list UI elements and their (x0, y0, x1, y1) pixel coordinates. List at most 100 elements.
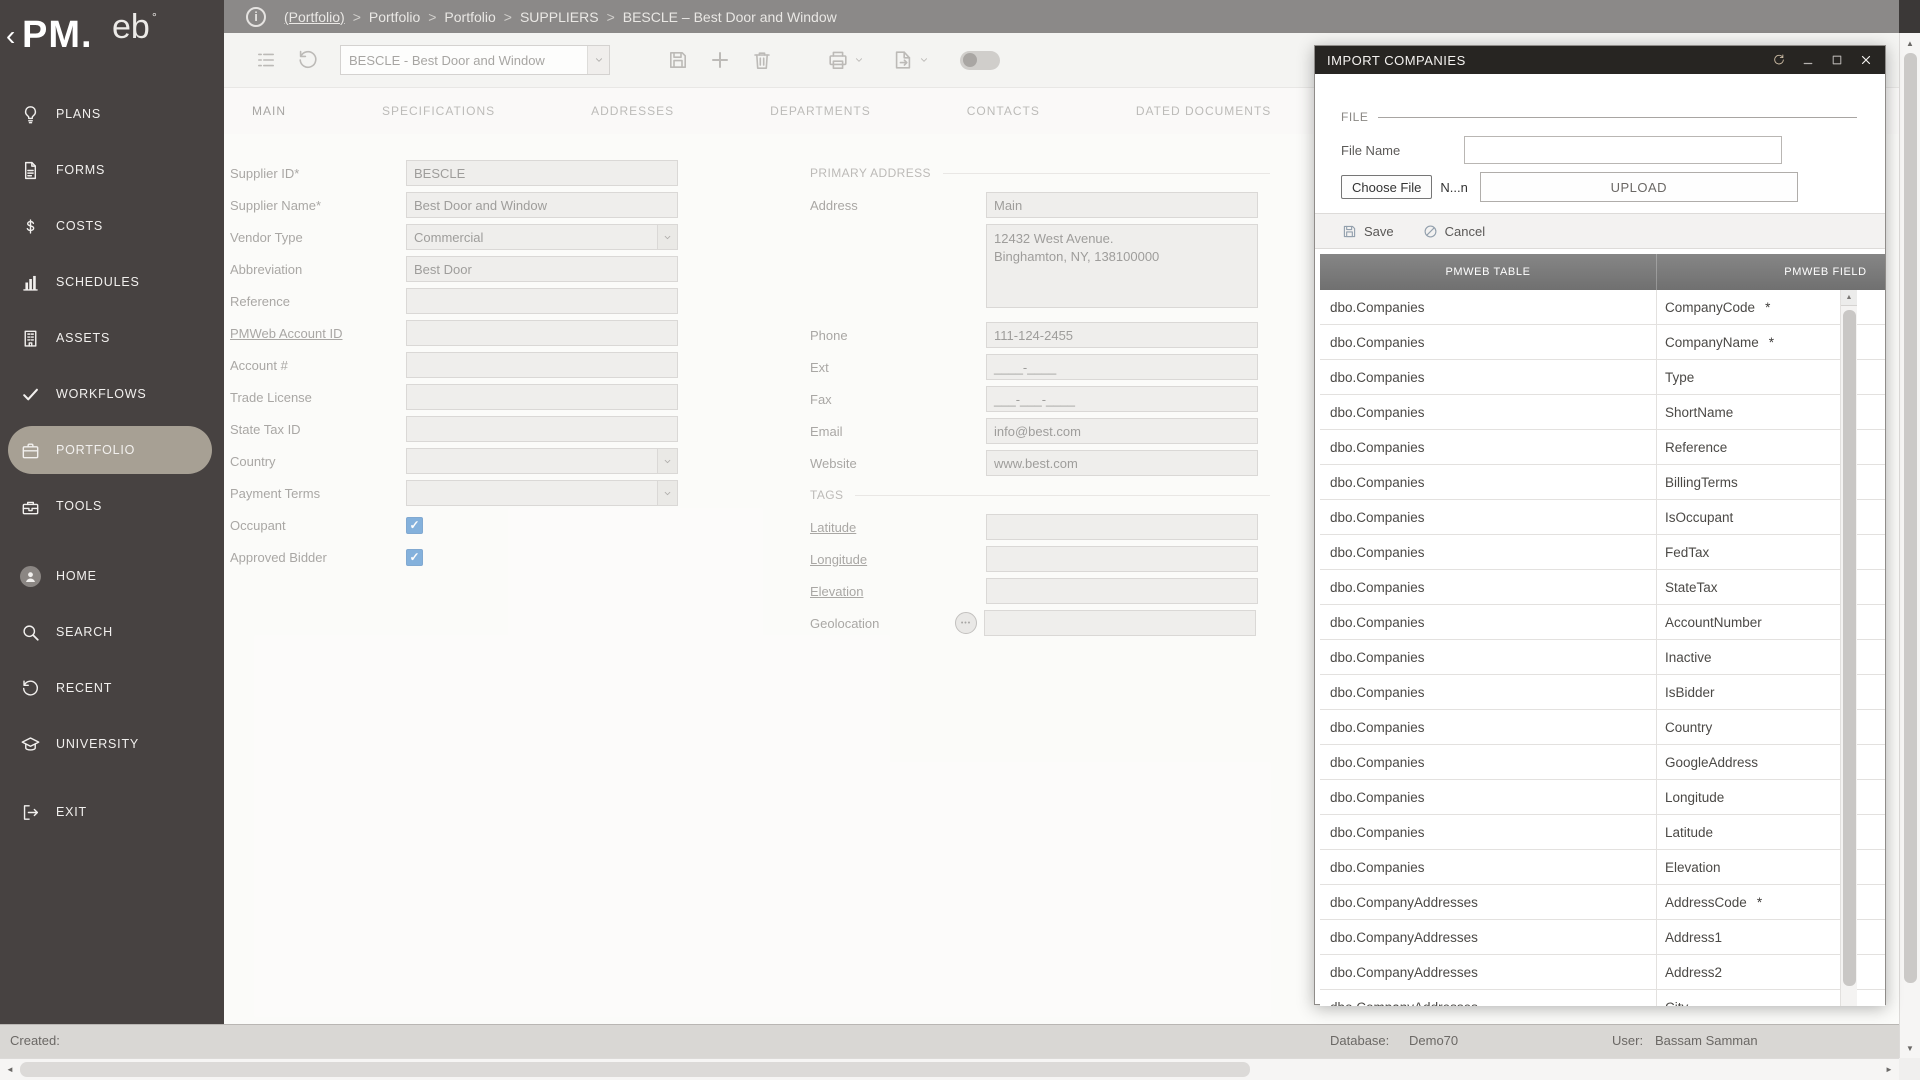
breadcrumb-item[interactable]: Portfolio (444, 9, 495, 25)
add-icon[interactable] (708, 48, 732, 72)
elevation-label[interactable]: Elevation (810, 584, 986, 599)
vertical-scrollbar-thumb[interactable] (1904, 53, 1917, 983)
breadcrumb-root-link[interactable]: (Portfolio) (284, 9, 345, 25)
record-selector[interactable]: BESCLE - Best Door and Window (340, 45, 610, 75)
table-row[interactable]: dbo.CompanyAddressesAddress1 (1320, 920, 1885, 955)
longitude-label[interactable]: Longitude (810, 552, 986, 567)
tab-specifications[interactable]: SPECIFICATIONS (382, 104, 495, 118)
fax-input[interactable]: ___-___-____ (986, 386, 1258, 412)
tab-main[interactable]: MAIN (252, 104, 286, 118)
table-row[interactable]: dbo.CompaniesShortName (1320, 395, 1885, 430)
sidebar-item-portfolio[interactable]: PORTFOLIO (8, 426, 212, 474)
sidebar-item-workflows[interactable]: WORKFLOWS (0, 366, 224, 422)
sidebar-item-schedules[interactable]: SCHEDULES (0, 254, 224, 310)
breadcrumb-item[interactable]: BESCLE – Best Door and Window (623, 9, 837, 25)
abbreviation-input[interactable]: Best Door (406, 256, 678, 282)
minimize-icon[interactable] (1801, 53, 1815, 67)
close-icon[interactable] (1859, 53, 1873, 67)
pmweb-account-id-label[interactable]: PMWeb Account ID (230, 326, 406, 341)
toggle-switch[interactable] (960, 51, 1000, 70)
sidebar-item-exit[interactable]: EXIT (0, 784, 224, 840)
table-row[interactable]: dbo.CompaniesCompanyName* (1320, 325, 1885, 360)
sidebar-item-search[interactable]: SEARCH (0, 604, 224, 660)
table-row[interactable]: dbo.CompaniesAccountNumber (1320, 605, 1885, 640)
phone-input[interactable]: 111-124-2455 (986, 322, 1258, 348)
table-row[interactable]: dbo.CompaniesFedTax (1320, 535, 1885, 570)
scroll-up-arrow-icon[interactable]: ▲ (1900, 35, 1920, 51)
address-input[interactable]: Main (986, 192, 1258, 218)
info-icon[interactable]: i (246, 7, 266, 27)
upload-button[interactable]: UPLOAD (1480, 172, 1798, 202)
maximize-icon[interactable] (1830, 53, 1844, 67)
table-row[interactable]: dbo.CompaniesIsBidder (1320, 675, 1885, 710)
sidebar-item-costs[interactable]: COSTS (0, 198, 224, 254)
pmweb-table-column-header[interactable]: PMWEB TABLE (1320, 254, 1657, 290)
table-scrollbar-thumb[interactable] (1843, 310, 1856, 986)
scroll-right-arrow-icon[interactable]: ► (1879, 1059, 1899, 1080)
file-name-input[interactable] (1464, 136, 1782, 164)
table-row[interactable]: dbo.CompaniesReference (1320, 430, 1885, 465)
table-row[interactable]: dbo.CompaniesIsOccupant (1320, 500, 1885, 535)
table-row[interactable]: dbo.CompaniesCountry (1320, 710, 1885, 745)
geolocation-input[interactable] (984, 610, 1256, 636)
sidebar-item-recent[interactable]: RECENT (0, 660, 224, 716)
pmweb-field-column-header[interactable]: PMWEB FIELD (1657, 254, 1885, 290)
table-row[interactable]: dbo.CompaniesLatitude (1320, 815, 1885, 850)
page-horizontal-scrollbar[interactable]: ◄ ► (0, 1058, 1899, 1080)
pmweb-logo[interactable]: ‹ PM. eb ° (0, 0, 224, 86)
tab-dated-documents[interactable]: DATED DOCUMENTS (1136, 104, 1271, 118)
table-row[interactable]: dbo.CompaniesLongitude (1320, 780, 1885, 815)
tab-addresses[interactable]: ADDRESSES (591, 104, 674, 118)
sidebar-item-plans[interactable]: PLANS (0, 86, 224, 142)
latitude-label[interactable]: Latitude (810, 520, 986, 535)
page-vertical-scrollbar[interactable]: ▲ ▼ (1899, 33, 1920, 1058)
ext-input[interactable]: ____-____ (986, 354, 1258, 380)
sidebar-item-tools[interactable]: TOOLS (0, 478, 224, 534)
vendor-type-select[interactable]: Commercial (406, 224, 678, 250)
scroll-down-arrow-icon[interactable]: ▼ (1900, 1040, 1920, 1056)
state-tax-id-input[interactable] (406, 416, 678, 442)
tab-departments[interactable]: DEPARTMENTS (770, 104, 871, 118)
website-input[interactable]: www.best.com (986, 450, 1258, 476)
hierarchy-list-icon[interactable] (254, 48, 278, 72)
history-icon[interactable] (296, 48, 320, 72)
table-row[interactable]: dbo.CompaniesGoogleAddress (1320, 745, 1885, 780)
delete-icon[interactable] (750, 48, 774, 72)
export-icon[interactable] (891, 48, 915, 72)
sidebar-item-university[interactable]: UNIVERSITY (0, 716, 224, 772)
table-scrollbar[interactable]: ▲ (1840, 290, 1857, 1006)
supplier-id-input[interactable]: BESCLE (406, 160, 678, 186)
caret-down-icon[interactable] (853, 54, 865, 66)
table-row[interactable]: dbo.CompaniesCompanyCode* (1320, 290, 1885, 325)
table-row[interactable]: dbo.CompanyAddressesCity (1320, 990, 1885, 1006)
save-icon[interactable] (666, 48, 690, 72)
approved-bidder-checkbox[interactable] (406, 549, 423, 566)
occupant-checkbox[interactable] (406, 517, 423, 534)
address-details-textarea[interactable]: 12432 West Avenue. Binghamton, NY, 13810… (986, 224, 1258, 308)
sidebar-item-assets[interactable]: ASSETS (0, 310, 224, 366)
table-row[interactable]: dbo.CompaniesType (1320, 360, 1885, 395)
print-icon[interactable] (826, 48, 850, 72)
dialog-titlebar[interactable]: IMPORT COMPANIES (1315, 46, 1885, 74)
trade-license-input[interactable] (406, 384, 678, 410)
payment-terms-select[interactable] (406, 480, 678, 506)
tab-contacts[interactable]: CONTACTS (967, 104, 1040, 118)
latitude-input[interactable] (986, 514, 1258, 540)
geolocation-picker-button[interactable]: ••• (955, 612, 977, 634)
table-row[interactable]: dbo.CompaniesInactive (1320, 640, 1885, 675)
supplier-name-input[interactable]: Best Door and Window (406, 192, 678, 218)
table-row[interactable]: dbo.CompanyAddressesAddress2 (1320, 955, 1885, 990)
pmweb-account-id-input[interactable] (406, 320, 678, 346)
table-row[interactable]: dbo.CompaniesBillingTerms (1320, 465, 1885, 500)
email-input[interactable]: info@best.com (986, 418, 1258, 444)
breadcrumb-item[interactable]: SUPPLIERS (520, 9, 599, 25)
longitude-input[interactable] (986, 546, 1258, 572)
save-button[interactable]: Save (1341, 223, 1394, 240)
table-row[interactable]: dbo.CompanyAddressesAddressCode* (1320, 885, 1885, 920)
table-row[interactable]: dbo.CompaniesStateTax (1320, 570, 1885, 605)
breadcrumb-item[interactable]: Portfolio (369, 9, 420, 25)
scroll-left-arrow-icon[interactable]: ◄ (0, 1059, 20, 1080)
reference-input[interactable] (406, 288, 678, 314)
table-row[interactable]: dbo.CompaniesElevation (1320, 850, 1885, 885)
country-select[interactable] (406, 448, 678, 474)
